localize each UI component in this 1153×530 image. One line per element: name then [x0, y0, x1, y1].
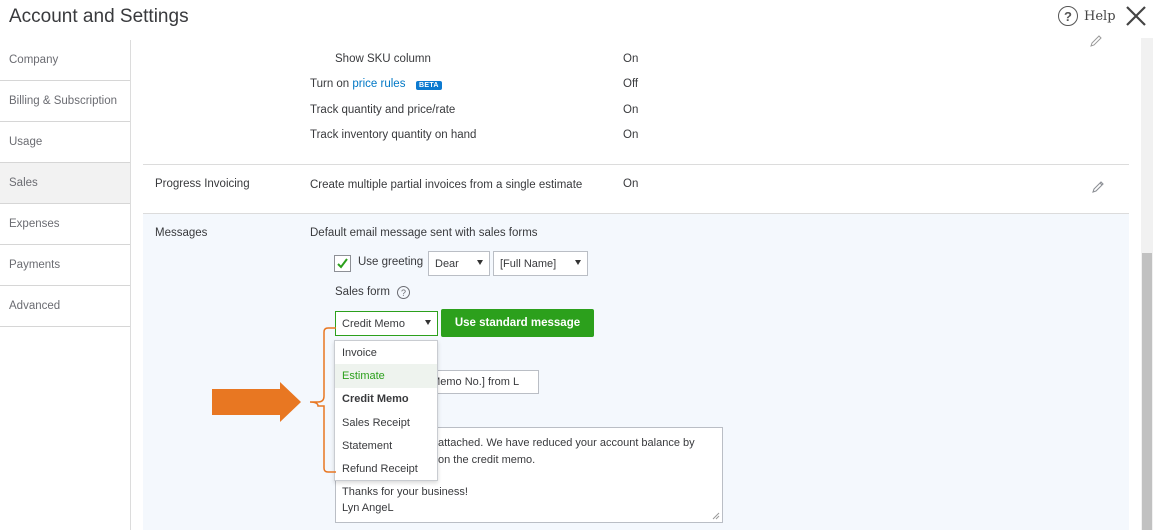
caret-down-icon	[477, 260, 483, 265]
help-button[interactable]: ? Help	[1058, 6, 1116, 26]
email-body-line: on the credit memo.	[438, 454, 536, 466]
sales-form-select[interactable]: Credit Memo	[335, 311, 438, 336]
sidebar-item-label: Sales	[9, 177, 38, 189]
sidebar-item-label: Expenses	[9, 218, 60, 230]
section-label-messages: Messages	[155, 227, 208, 239]
sidebar-item-sales[interactable]: Sales	[0, 163, 130, 204]
email-body-line: Thanks for your business!	[342, 486, 468, 498]
help-icon: ?	[1058, 6, 1078, 26]
sku-label: Show SKU column	[335, 53, 431, 65]
progress-desc: Create multiple partial invoices from a …	[310, 179, 583, 191]
sidebar: Company Billing & Subscription Usage Sal…	[0, 40, 131, 530]
dropdown-option-credit-memo[interactable]: Credit Memo	[335, 388, 437, 411]
sidebar-item-label: Payments	[9, 259, 61, 271]
sidebar-item-label: Billing & Subscription	[9, 95, 118, 107]
dropdown-option-sales-receipt[interactable]: Sales Receipt	[335, 411, 437, 434]
beta-badge: BETA	[416, 81, 442, 90]
dropdown-option-refund-receipt[interactable]: Refund Receipt	[335, 457, 437, 480]
track-qty-label: Track quantity and price/rate	[310, 104, 456, 116]
dropdown-option-invoice[interactable]: Invoice	[335, 341, 437, 364]
help-icon[interactable]: ?	[397, 286, 410, 299]
close-icon[interactable]	[1124, 4, 1148, 28]
price-rules-label: Turn on price rules	[310, 78, 405, 90]
sidebar-item-company[interactable]: Company	[0, 40, 130, 81]
help-label: Help	[1084, 8, 1116, 24]
sidebar-item-billing[interactable]: Billing & Subscription	[0, 81, 130, 122]
email-body-line: attached. We have reduced your account b…	[438, 437, 695, 449]
resize-handle-icon[interactable]	[712, 512, 720, 520]
track-qty-value: On	[623, 104, 639, 116]
use-standard-message-button[interactable]: Use standard message	[441, 309, 594, 337]
email-body-line: Lyn AngeL	[342, 502, 394, 514]
caret-down-icon	[575, 260, 581, 265]
section-label-progress: Progress Invoicing	[155, 178, 250, 190]
track-inventory-label: Track inventory quantity on hand	[310, 129, 477, 141]
divider	[143, 213, 1129, 214]
scrollbar-thumb[interactable]	[1142, 253, 1152, 530]
greeting-select-value: Dear	[435, 257, 459, 270]
progress-value: On	[623, 178, 639, 190]
greeting-select[interactable]: Dear	[428, 251, 490, 276]
name-select-value: [Full Name]	[500, 257, 557, 270]
checkmark-icon	[337, 258, 348, 269]
scrollbar[interactable]	[1141, 38, 1153, 530]
track-inventory-value: On	[623, 129, 639, 141]
sidebar-item-label: Company	[9, 54, 59, 66]
sales-form-dropdown: Invoice Estimate Credit Memo Sales Recei…	[334, 340, 438, 481]
sidebar-item-advanced[interactable]: Advanced	[0, 286, 130, 327]
dropdown-option-estimate[interactable]: Estimate	[335, 364, 437, 388]
caret-down-icon	[425, 320, 431, 325]
use-greeting-label: Use greeting	[358, 256, 424, 268]
name-select[interactable]: [Full Name]	[493, 251, 588, 276]
sidebar-item-label: Usage	[9, 136, 43, 148]
sku-value: On	[623, 53, 639, 65]
price-rules-value: Off	[623, 78, 639, 90]
annotation-arrow-icon	[212, 327, 336, 473]
sidebar-item-payments[interactable]: Payments	[0, 245, 130, 286]
sidebar-item-usage[interactable]: Usage	[0, 122, 130, 163]
messages-desc: Default email message sent with sales fo…	[310, 227, 538, 239]
sidebar-item-expenses[interactable]: Expenses	[0, 204, 130, 245]
page-title: Account and Settings	[9, 6, 189, 27]
pencil-icon[interactable]	[1089, 34, 1103, 48]
header: Account and Settings ? Help	[0, 0, 1153, 38]
use-greeting-checkbox[interactable]	[334, 255, 351, 272]
divider	[143, 164, 1129, 165]
email-subject-value: t Memo No.] from L	[425, 376, 520, 388]
pencil-icon[interactable]	[1091, 180, 1105, 194]
price-rules-link[interactable]: price rules	[352, 78, 405, 90]
sidebar-item-label: Advanced	[9, 300, 61, 312]
sales-form-select-value: Credit Memo	[342, 317, 405, 330]
dropdown-option-statement[interactable]: Statement	[335, 434, 437, 457]
price-rules-prefix: Turn on	[310, 78, 353, 90]
sales-form-label: Sales form	[335, 286, 390, 298]
